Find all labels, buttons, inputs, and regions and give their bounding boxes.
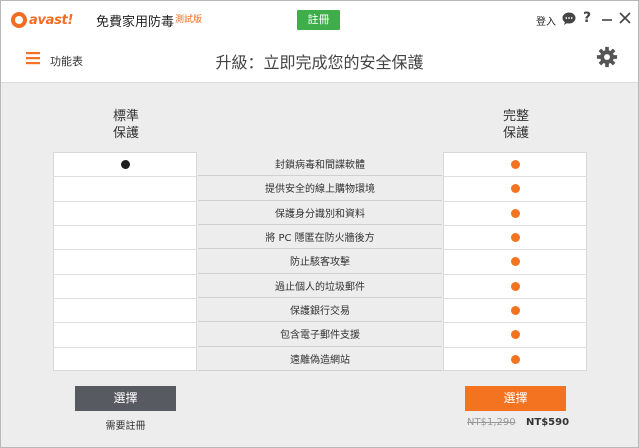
- feature-label: 保護身分識別和資料: [275, 208, 365, 220]
- feature-row: 防止駭客攻擊: [198, 249, 442, 274]
- included-dot-icon: [510, 330, 520, 340]
- included-dot-icon: [510, 184, 520, 194]
- feature-row: 提供安全的線上購物環境: [198, 176, 442, 201]
- feature-label: 防止駭客攻擊: [290, 257, 350, 269]
- new-price: NT$590: [526, 417, 570, 428]
- standard-row: [54, 250, 196, 275]
- register-button[interactable]: 註冊: [297, 10, 340, 30]
- feature-row: 過止個人的垃圾郵件: [198, 274, 442, 298]
- standard-heading-line2: 保護: [112, 126, 139, 141]
- feature-label: 提供安全的線上購物環境: [265, 184, 375, 196]
- feature-label: 封鎖病毒和間諜軟體: [275, 160, 365, 172]
- complete-row: [444, 177, 586, 202]
- product-name: 免費家用防毒: [96, 15, 175, 30]
- select-standard-button[interactable]: 選擇: [75, 386, 176, 411]
- included-dot-icon: [510, 281, 520, 291]
- feature-label: 包含電子郵件支援: [280, 330, 360, 342]
- old-price: NT$1,290: [467, 417, 516, 428]
- help-icon[interactable]: ?: [583, 10, 591, 26]
- feature-label: 保護銀行交易: [290, 306, 350, 318]
- complete-heading-line2: 保護: [502, 126, 529, 141]
- standard-heading-line1: 標準: [112, 109, 139, 124]
- standard-row: [54, 275, 196, 299]
- standard-row: [54, 177, 196, 202]
- complete-row: [444, 323, 586, 348]
- close-icon[interactable]: [618, 10, 632, 26]
- complete-row: [444, 348, 586, 372]
- complete-column: [443, 152, 587, 371]
- feature-row: 保護銀行交易: [198, 298, 442, 323]
- feature-label: 過止個人的垃圾郵件: [275, 281, 365, 293]
- included-dot-icon: [510, 355, 520, 365]
- complete-heading: 完整 保護: [486, 108, 546, 142]
- included-dot-icon: [510, 208, 520, 218]
- header-bar: 功能表 升級：立即完成您的安全保護: [1, 39, 638, 83]
- select-complete-button[interactable]: 選擇: [465, 386, 566, 411]
- feature-row: 保護身分識別和資料: [198, 201, 442, 225]
- standard-heading: 標準 保護: [96, 108, 156, 142]
- feature-label: 將 PC 隱匿在防火牆後方: [265, 233, 375, 245]
- feature-row: 包含電子郵件支援: [198, 322, 442, 347]
- included-dot-icon: [510, 257, 520, 267]
- complete-row: [444, 299, 586, 324]
- standard-row: [54, 348, 196, 372]
- chat-icon[interactable]: [562, 12, 576, 25]
- feature-row: 封鎖病毒和間諜軟體: [198, 152, 442, 177]
- feature-row: 遠離偽造網站: [198, 347, 442, 371]
- standard-row: [54, 299, 196, 324]
- standard-row: [54, 323, 196, 348]
- complete-row: [444, 250, 586, 275]
- standard-row: [54, 153, 196, 178]
- complete-row: [444, 202, 586, 226]
- included-dot-icon: [120, 160, 130, 170]
- minimize-icon[interactable]: [601, 10, 613, 26]
- gear-icon[interactable]: [596, 46, 618, 68]
- requires-registration-note: 需要註冊: [105, 421, 146, 432]
- standard-row: [54, 226, 196, 251]
- included-dot-icon: [510, 160, 520, 170]
- included-dot-icon: [510, 306, 520, 316]
- logo-text: avast!: [29, 12, 74, 28]
- feature-row: 將 PC 隱匿在防火牆後方: [198, 225, 442, 250]
- page-title: 升級：立即完成您的安全保護: [215, 53, 424, 72]
- title-bar: avast! 免費家用防毒 測試版 註冊 登入 ?: [1, 1, 638, 39]
- login-link[interactable]: 登入: [536, 13, 556, 28]
- complete-row: [444, 226, 586, 251]
- included-dot-icon: [510, 233, 520, 243]
- app-window: avast! 免費家用防毒 測試版 註冊 登入 ? 功能表 升級：立即完成您的安…: [0, 0, 639, 448]
- complete-row: [444, 275, 586, 299]
- standard-column: [53, 152, 197, 371]
- complete-heading-line1: 完整: [502, 109, 529, 124]
- complete-row: [444, 153, 586, 178]
- trial-badge: 測試版: [175, 15, 203, 25]
- avast-logo: avast!: [11, 11, 73, 29]
- avast-logo-icon: [11, 12, 27, 28]
- standard-row: [54, 202, 196, 226]
- feature-list: 封鎖病毒和間諜軟體 提供安全的線上購物環境 保護身分識別和資料將 PC 隱匿在防火牆…: [198, 152, 442, 371]
- feature-label: 遠離偽造網站: [290, 354, 350, 366]
